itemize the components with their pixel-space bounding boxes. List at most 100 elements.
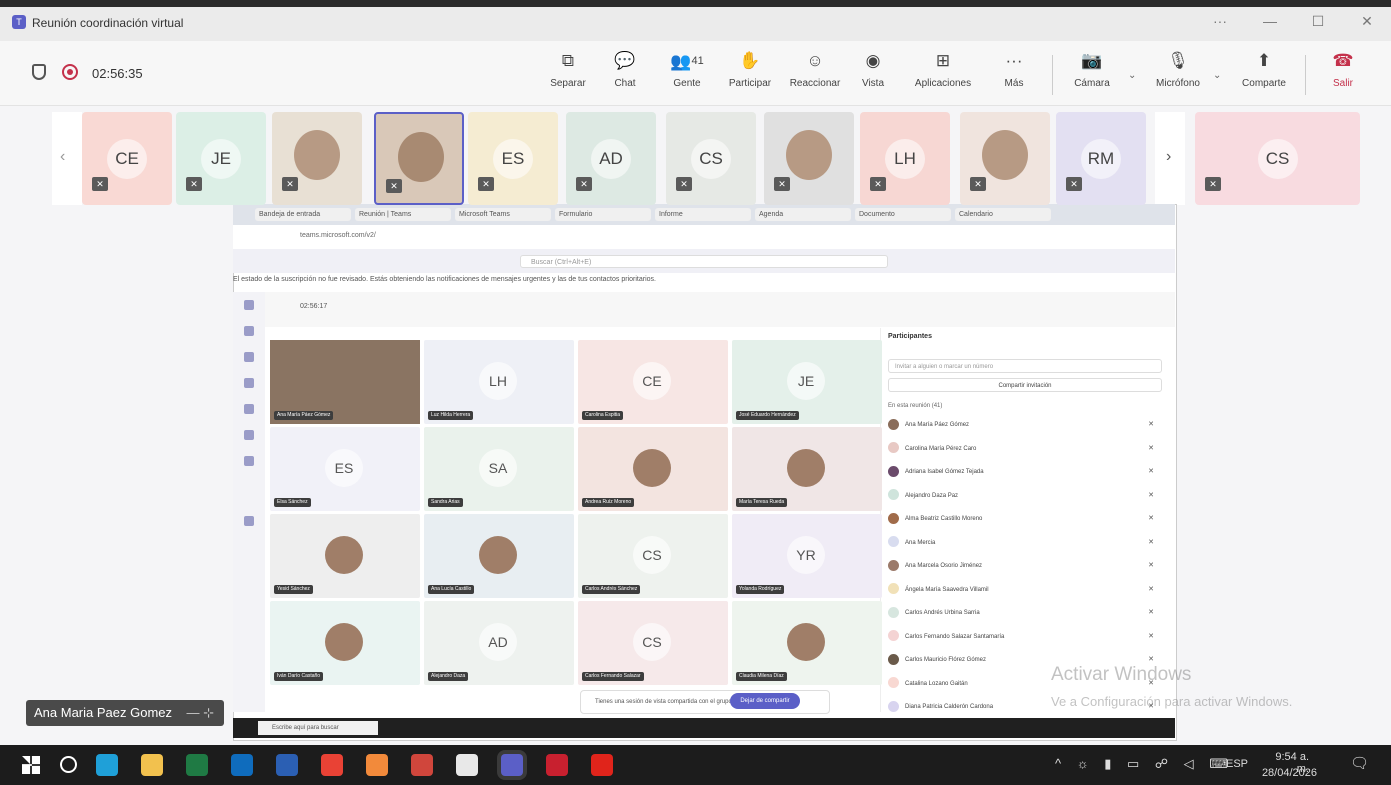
participant-tile[interactable]: CS ✕ xyxy=(1195,112,1360,205)
view-button[interactable]: ◉ Vista xyxy=(858,50,888,89)
participants-search: Invitar a alguien o marcar un número xyxy=(888,359,1162,373)
language-indicator[interactable]: ESP xyxy=(1226,758,1248,770)
notifications-icon[interactable]: 🗨 xyxy=(1350,754,1370,774)
self-name-label[interactable]: Ana Maria Paez Gomez — ⊹ xyxy=(26,700,224,726)
participant-tile[interactable]: CS ✕ xyxy=(666,112,756,205)
participant-name: Carolina María Pérez Caro xyxy=(905,445,977,452)
microphone-button[interactable]: 🎙 Micrófono xyxy=(1150,50,1206,89)
rail-icon xyxy=(244,378,254,388)
strip-prev-button[interactable]: ‹ xyxy=(52,112,82,205)
participant-name: Carlos Andrés Urbina Sarria xyxy=(905,610,980,616)
mic-options-chevron-icon[interactable]: ⌄ xyxy=(1213,70,1221,81)
react-button[interactable]: ☺ Reaccionar xyxy=(784,50,846,89)
avatar-initials: SA xyxy=(479,449,517,487)
outlook-icon[interactable] xyxy=(231,754,253,776)
participant-name: Carlos Fernando Salazar Santamaría xyxy=(905,633,1005,640)
powerpoint-icon[interactable] xyxy=(411,754,433,776)
participant-tile[interactable]: LH ✕ xyxy=(860,112,950,205)
participant-tile[interactable]: CE ✕ xyxy=(82,112,172,205)
minimize-icon[interactable]: — xyxy=(1255,13,1285,29)
leave-button[interactable]: ☎ Salir xyxy=(1326,50,1360,89)
participant-row: Diana Patricia Calderón Cardona ✕ xyxy=(888,700,1158,714)
excel-icon[interactable] xyxy=(186,754,208,776)
avatar-photo xyxy=(294,130,340,180)
avatar-photo xyxy=(479,536,517,574)
rail-icon xyxy=(244,516,254,526)
maximize-icon[interactable]: ☐ xyxy=(1303,13,1333,30)
participant-name-label: Carolina Espitia xyxy=(582,411,624,420)
shared-url: teams.microsoft.com/v2/ xyxy=(300,232,376,239)
word-icon[interactable] xyxy=(276,754,298,776)
camera-off-icon: 📷 xyxy=(1081,51,1103,70)
participant-avatar xyxy=(888,677,899,689)
camera-options-chevron-icon[interactable]: ⌄ xyxy=(1128,70,1136,81)
participant-tile[interactable]: ✕ xyxy=(374,112,464,205)
participant-avatar xyxy=(888,512,899,524)
edge-icon[interactable] xyxy=(96,754,118,776)
avatar-initials: ES xyxy=(325,449,363,487)
recording-icon xyxy=(62,64,78,80)
participant-row: Ángela María Saavedra Villamil ✕ xyxy=(888,583,1158,597)
more-options-icon[interactable]: ··· xyxy=(1205,13,1235,29)
paint-icon[interactable] xyxy=(366,754,388,776)
participant-name: Diana Patricia Calderón Cardona xyxy=(905,704,994,710)
people-button[interactable]: 👥41 Gente xyxy=(667,50,707,89)
shared-video-tile: LH Luz Hilda Herrera xyxy=(424,340,574,424)
more-button[interactable]: ··· Más xyxy=(1000,50,1028,89)
participant-name-label: Claudia Milena Díaz xyxy=(736,672,787,681)
participant-tile[interactable]: ES ✕ xyxy=(468,112,558,205)
mic-muted-icon: ✕ xyxy=(870,177,886,191)
mic-muted-icon: ✕ xyxy=(576,177,592,191)
participant-tile[interactable]: ✕ xyxy=(960,112,1050,205)
share-invite-button: Compartir invitación xyxy=(888,378,1162,392)
chevron-right-icon: › xyxy=(1166,148,1172,165)
avatar-initials: YR xyxy=(787,536,825,574)
participant-tile[interactable]: ✕ xyxy=(272,112,362,205)
participant-tile[interactable]: JE ✕ xyxy=(176,112,266,205)
mic-muted-icon: ✕ xyxy=(970,177,986,191)
window-title: Reunión coordinación virtual xyxy=(32,16,184,30)
shared-banner: El estado de la suscripción no fue revis… xyxy=(233,276,656,283)
shared-video-tile: Yesid Sánchez xyxy=(270,514,420,598)
participant-row: Carlos Mauricio Flórez Gómez ✕ xyxy=(888,653,1158,667)
participant-name-label: Ana María Páez Gómez xyxy=(274,411,334,420)
shared-video-tile: Iván Darío Castaño xyxy=(270,601,420,685)
participant-avatar xyxy=(888,465,899,477)
mic-muted-icon: ✕ xyxy=(1205,177,1221,191)
participant-name: Ana Marcela Osorio Jiménez xyxy=(905,563,983,569)
camera-button[interactable]: 📷 Cámara xyxy=(1070,50,1114,89)
file-explorer-icon[interactable] xyxy=(141,754,163,776)
top-edge xyxy=(0,0,1391,7)
acrobat-icon[interactable] xyxy=(591,754,613,776)
participant-avatar xyxy=(888,583,899,595)
mic-muted-icon: ✕ xyxy=(1148,562,1154,569)
participant-name: Carlos Mauricio Flórez Gómez xyxy=(905,657,987,663)
share-button[interactable]: ⬆ Comparte xyxy=(1236,50,1292,89)
windows-start-icon[interactable] xyxy=(20,754,42,776)
participant-tile[interactable]: ✕ xyxy=(764,112,854,205)
participant-avatar xyxy=(888,442,899,454)
raise-hand-button[interactable]: ✋ Participar xyxy=(724,50,776,89)
system-tray-icons[interactable]: ^ ☼ ▮ ▭ ☍ ◁ ⌨ xyxy=(1055,756,1234,772)
clock-date[interactable]: 28/04/2026 xyxy=(1252,767,1317,779)
separar-button[interactable]: ⧉ Separar xyxy=(545,50,591,89)
teams-icon[interactable] xyxy=(501,754,523,776)
avatar-initials: CE xyxy=(107,139,147,179)
shared-video-tile: Ana Lucía Castillo xyxy=(424,514,574,598)
participant-name-label: María Teresa Rueda xyxy=(736,498,788,507)
participant-tile[interactable]: RM ✕ xyxy=(1056,112,1146,205)
search-icon[interactable] xyxy=(58,754,80,776)
chrome-icon[interactable] xyxy=(321,754,343,776)
shared-meeting-bar xyxy=(265,292,1175,327)
strip-next-button[interactable]: › xyxy=(1155,112,1185,205)
mcafee-icon[interactable] xyxy=(546,754,568,776)
participant-tile[interactable]: AD ✕ xyxy=(566,112,656,205)
participant-name: Catalina Lozano Gaitán xyxy=(905,680,968,687)
shield-icon[interactable] xyxy=(32,64,46,80)
shared-video-tile: Claudia Milena Díaz xyxy=(732,601,882,685)
app-icon[interactable] xyxy=(456,754,478,776)
chat-icon: 💬 xyxy=(614,51,636,70)
chat-button[interactable]: 💬 Chat xyxy=(607,50,643,89)
close-icon[interactable]: ✕ xyxy=(1352,13,1382,30)
apps-button[interactable]: ⊞ Aplicaciones xyxy=(910,50,976,89)
